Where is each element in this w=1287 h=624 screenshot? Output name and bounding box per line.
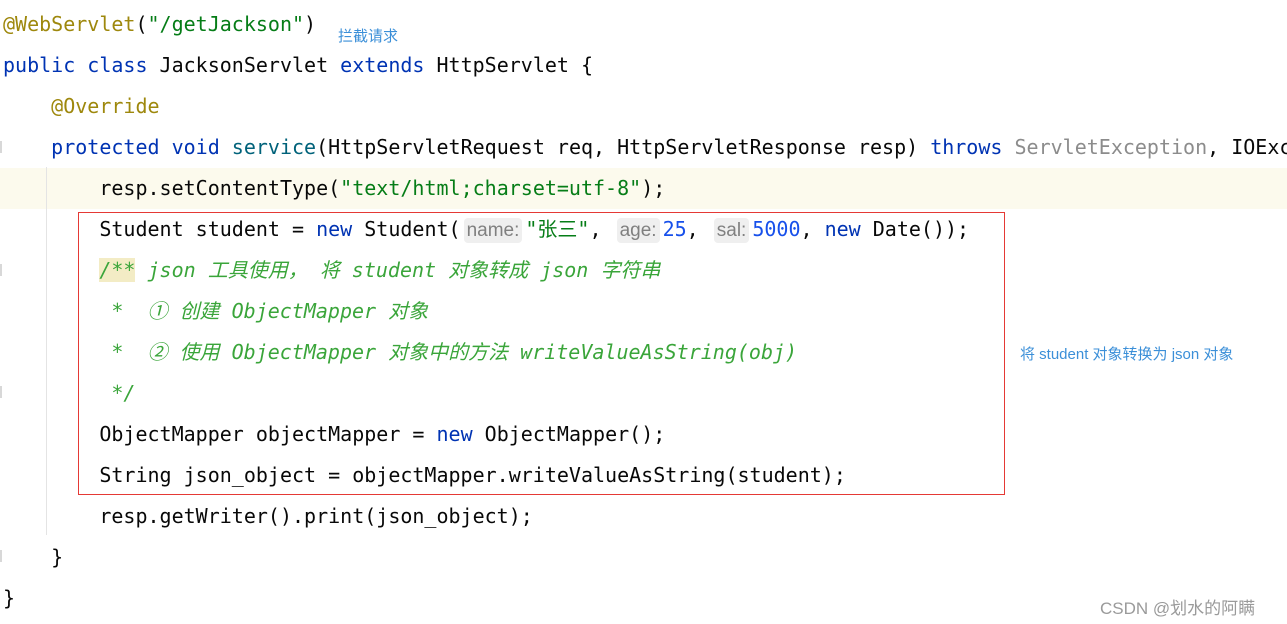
code-line[interactable]: resp.setContentType("text/html;charset=u… — [0, 168, 1287, 209]
code-line[interactable]: @WebServlet("/getJackson") — [0, 4, 1287, 45]
code-token: ) — [304, 12, 317, 36]
code-line[interactable]: resp.getWriter().print(json_object); — [0, 496, 1287, 537]
code-token: @Override — [51, 94, 160, 118]
code-line[interactable]: } — [0, 578, 1287, 619]
code-token: resp.getWriter().print(json_object); — [3, 504, 533, 528]
code-token: throws — [930, 135, 1015, 159]
code-token: "/getJackson" — [147, 12, 305, 36]
intercept-note: 拦截请求 — [338, 28, 399, 45]
code-token: } — [3, 545, 64, 569]
code-text: } — [3, 578, 15, 619]
code-text: @Override — [3, 86, 160, 127]
fold-marker-icon[interactable] — [0, 550, 2, 562]
code-token: @WebServlet — [3, 12, 136, 36]
code-token: ( — [135, 12, 148, 36]
code-token: service — [231, 135, 317, 159]
code-token: HttpServlet { — [436, 53, 594, 77]
fold-marker-icon[interactable] — [0, 264, 2, 276]
code-token: JacksonServlet — [159, 53, 341, 77]
code-line[interactable]: protected void service(HttpServletReques… — [0, 127, 1287, 168]
code-token: extends — [340, 53, 437, 77]
code-text: resp.setContentType("text/html;charset=u… — [3, 168, 665, 209]
fold-marker-icon[interactable] — [0, 386, 2, 398]
code-token: protected void — [51, 135, 232, 159]
code-token: } — [3, 586, 16, 610]
code-token: , IOExc — [1207, 135, 1287, 159]
code-token: public class — [3, 53, 160, 77]
indent-guide — [46, 167, 47, 535]
fold-marker-icon[interactable] — [0, 141, 2, 153]
code-token: ); — [641, 176, 666, 200]
code-text: protected void service(HttpServletReques… — [3, 127, 1287, 168]
code-token: ServletException — [1014, 135, 1208, 159]
watermark: CSDN @划水的阿瞒 — [1100, 599, 1256, 618]
convert-note: 将 student 对象转换为 json 对象 — [1020, 346, 1234, 363]
code-token: (HttpServletRequest req, HttpServletResp… — [316, 135, 931, 159]
code-line[interactable]: @Override — [0, 86, 1287, 127]
code-text: resp.getWriter().print(json_object); — [3, 496, 533, 537]
code-line[interactable]: } — [0, 537, 1287, 578]
code-text: } — [3, 537, 63, 578]
code-line[interactable]: public class JacksonServlet extends Http… — [0, 45, 1287, 86]
code-token: "text/html;charset=utf-8" — [340, 176, 642, 200]
code-text: @WebServlet("/getJackson") — [3, 4, 316, 45]
highlight-box — [78, 212, 1005, 495]
code-token: resp.setContentType( — [3, 176, 341, 200]
code-text: public class JacksonServlet extends Http… — [3, 45, 593, 86]
